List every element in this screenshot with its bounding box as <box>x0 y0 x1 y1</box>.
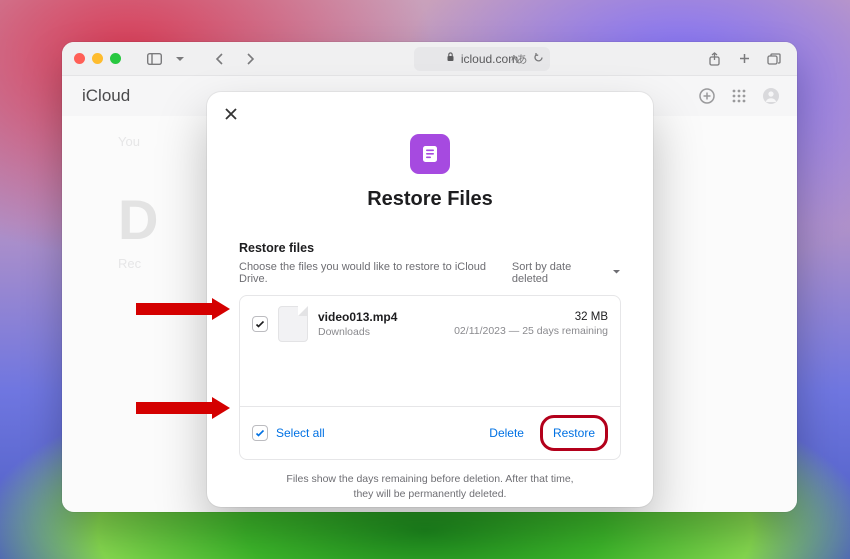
file-date-remaining: 02/11/2023 — 25 days remaining <box>454 325 608 337</box>
modal-title: Restore Files <box>367 188 493 211</box>
restore-files-app-icon <box>410 134 450 174</box>
chevron-down-icon <box>612 267 621 279</box>
file-thumbnail-icon <box>278 306 308 342</box>
window-minimize-button[interactable] <box>92 53 103 64</box>
app-launcher-button[interactable] <box>727 84 751 108</box>
reload-button[interactable] <box>533 52 544 66</box>
select-all[interactable]: Select all <box>252 425 325 441</box>
lock-icon <box>446 52 455 65</box>
address-bar[interactable]: icloud.com ᴬあ <box>414 47 551 71</box>
file-list-footer: Select all Delete Restore <box>240 406 620 459</box>
deletion-note: Files show the days remaining before del… <box>239 460 621 502</box>
back-button[interactable] <box>209 48 231 70</box>
forward-button[interactable] <box>239 48 261 70</box>
annotation-arrow-selectall <box>136 401 230 415</box>
section-subtitle: Choose the files you would like to resto… <box>239 261 512 285</box>
window-close-button[interactable] <box>74 53 85 64</box>
translate-icon[interactable]: ᴬあ <box>511 51 527 67</box>
create-button[interactable] <box>695 84 719 108</box>
file-location: Downloads <box>318 326 444 338</box>
file-row[interactable]: video013.mp4 Downloads 32 MB 02/11/2023 … <box>240 296 620 352</box>
window-controls <box>74 53 121 64</box>
safari-window: icloud.com ᴬあ iClo <box>62 42 797 512</box>
new-tab-button[interactable] <box>733 48 755 70</box>
delete-button[interactable]: Delete <box>489 426 524 440</box>
section-heading: Restore files <box>239 241 621 255</box>
file-name: video013.mp4 <box>318 310 444 324</box>
tab-group-menu-button[interactable] <box>173 48 187 70</box>
file-size: 32 MB <box>575 311 608 323</box>
share-button[interactable] <box>703 48 725 70</box>
sidebar-toggle-button[interactable] <box>143 48 165 70</box>
restore-highlight-annotation: Restore <box>540 415 608 451</box>
restore-files-modal: Restore Files Restore files Choose the f… <box>207 92 653 507</box>
annotation-arrow-file <box>136 302 230 316</box>
icloud-header: iCloud <box>62 76 797 116</box>
missing-files-note: Not seeing something you expected? Start… <box>239 502 621 507</box>
window-zoom-button[interactable] <box>110 53 121 64</box>
account-button[interactable] <box>759 84 783 108</box>
window-titlebar: icloud.com ᴬあ <box>62 42 797 76</box>
file-list: video013.mp4 Downloads 32 MB 02/11/2023 … <box>239 295 621 460</box>
icloud-logo[interactable]: iCloud <box>76 86 130 106</box>
url-host: icloud.com <box>461 52 518 66</box>
sort-menu[interactable]: Sort by date deleted <box>512 261 621 285</box>
select-all-label: Select all <box>276 426 325 440</box>
sort-label: Sort by date deleted <box>512 261 608 285</box>
icloud-brand-text: iCloud <box>82 86 130 106</box>
file-checkbox[interactable] <box>252 316 268 332</box>
restore-button[interactable]: Restore <box>551 422 597 444</box>
desktop-wallpaper: icloud.com ᴬあ iClo <box>0 0 850 559</box>
select-all-checkbox[interactable] <box>252 425 268 441</box>
tab-overview-button[interactable] <box>763 48 785 70</box>
